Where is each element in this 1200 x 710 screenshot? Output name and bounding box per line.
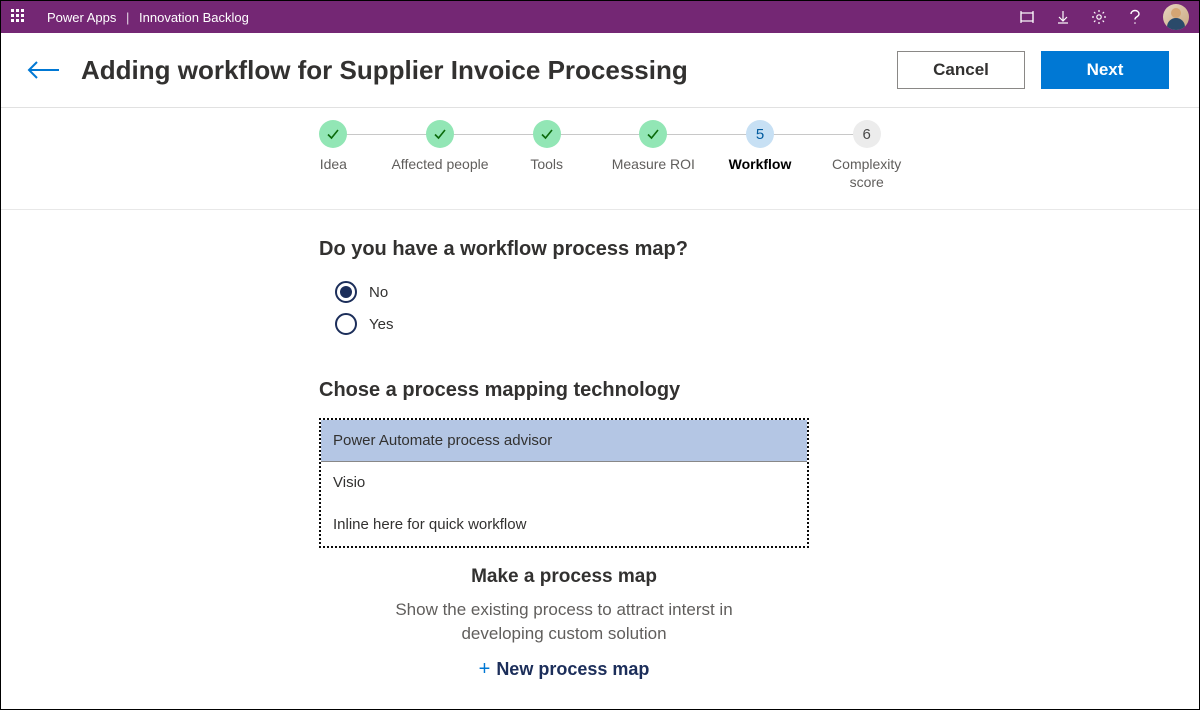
product-name: Power Apps (47, 10, 116, 25)
step-label: Affected people (387, 156, 494, 174)
cancel-button[interactable]: Cancel (897, 51, 1025, 89)
radio-yes[interactable]: Yes (335, 313, 899, 335)
new-process-map-button[interactable]: + New process map (479, 658, 650, 681)
fit-icon[interactable] (1019, 9, 1035, 25)
step-idea[interactable]: Idea (280, 120, 387, 191)
page-header: Adding workflow for Supplier Invoice Pro… (1, 33, 1199, 108)
page-title: Adding workflow for Supplier Invoice Pro… (81, 55, 688, 86)
main-content: Do you have a workflow process map? No Y… (319, 210, 899, 681)
radio-icon (335, 313, 357, 335)
radio-label: Yes (369, 316, 393, 333)
radio-label: No (369, 284, 388, 301)
step-measure-roi[interactable]: Measure ROI (600, 120, 707, 191)
step-complexity-score[interactable]: 6 Complexity score (813, 120, 920, 191)
top-bar: Power Apps | Innovation Backlog (1, 1, 1199, 33)
app-launcher-icon[interactable] (11, 9, 27, 25)
gear-icon[interactable] (1091, 9, 1107, 25)
step-number: 6 (853, 120, 881, 148)
question-has-map: Do you have a workflow process map? (319, 238, 899, 261)
make-map-subtext: Show the existing process to attract int… (319, 598, 809, 646)
title-separator: | (126, 10, 129, 25)
next-button[interactable]: Next (1041, 51, 1169, 89)
make-process-map-section: Make a process map Show the existing pro… (319, 566, 809, 681)
step-label: Measure ROI (600, 156, 707, 174)
step-label: Idea (280, 156, 387, 174)
question-tech: Chose a process mapping technology (319, 379, 899, 402)
step-label: Complexity score (813, 156, 920, 191)
radio-icon (335, 281, 357, 303)
avatar[interactable] (1163, 4, 1189, 30)
radio-no[interactable]: No (335, 281, 899, 303)
tech-option-process-advisor[interactable]: Power Automate process advisor (321, 420, 807, 462)
step-tools[interactable]: Tools (493, 120, 600, 191)
new-process-map-label: New process map (496, 659, 649, 680)
back-button[interactable] (27, 60, 61, 80)
stepper: Idea Affected people Tools Measure ROI (1, 108, 1199, 210)
plus-icon: + (479, 658, 491, 681)
app-title: Power Apps | Innovation Backlog (47, 10, 249, 25)
check-icon (426, 120, 454, 148)
top-bar-actions (1019, 4, 1189, 30)
step-workflow[interactable]: 5 Workflow (707, 120, 814, 191)
tech-option-visio[interactable]: Visio (321, 462, 807, 504)
check-icon (639, 120, 667, 148)
header-buttons: Cancel Next (897, 51, 1169, 89)
download-icon[interactable] (1055, 9, 1071, 25)
tech-option-inline[interactable]: Inline here for quick workflow (321, 504, 807, 546)
step-number: 5 (746, 120, 774, 148)
technology-listbox[interactable]: Power Automate process advisor Visio Inl… (319, 418, 809, 548)
make-map-heading: Make a process map (319, 566, 809, 588)
step-label: Tools (493, 156, 600, 174)
help-icon[interactable] (1127, 9, 1143, 25)
app-name: Innovation Backlog (139, 10, 249, 25)
step-label: Workflow (707, 156, 814, 174)
check-icon (533, 120, 561, 148)
check-icon (319, 120, 347, 148)
step-affected-people[interactable]: Affected people (387, 120, 494, 191)
